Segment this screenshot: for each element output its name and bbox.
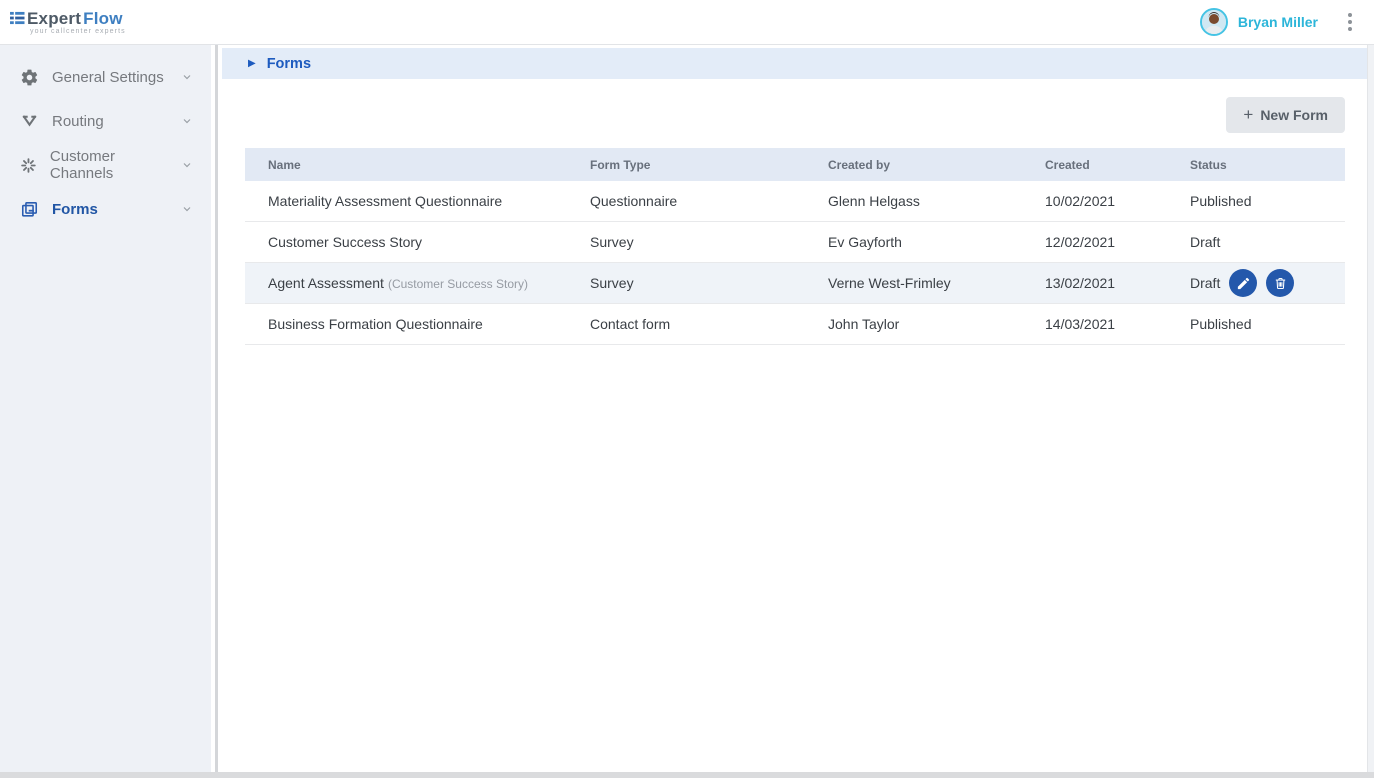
cell-created-by: Ev Gayforth: [828, 234, 1045, 250]
toolbar: + New Form: [222, 79, 1374, 133]
forms-table: Name Form Type Created by Created Status…: [245, 148, 1345, 345]
cell-name: Business Formation Questionnaire: [245, 316, 590, 332]
channels-burst-icon: [20, 156, 37, 175]
sidebar-item-label: Customer Channels: [50, 148, 168, 182]
cell-form-type: Survey: [590, 234, 828, 250]
main-content: ▶ Forms + New Form Name Form Type Create…: [222, 45, 1374, 778]
top-header: ExpertFlow your callcenter experts Bryan…: [0, 0, 1374, 45]
cell-name-note: (Customer Success Story): [388, 277, 528, 291]
new-form-button-label: New Form: [1260, 107, 1328, 123]
cell-name: Customer Success Story: [245, 234, 590, 250]
form-windows-icon: [20, 200, 39, 219]
cell-status: Draft: [1190, 269, 1345, 297]
table-header-row: Name Form Type Created by Created Status: [245, 148, 1345, 181]
cell-status: Published: [1190, 316, 1345, 332]
column-header-name[interactable]: Name: [245, 158, 590, 172]
cell-name: Agent Assessment (Customer Success Story): [245, 275, 590, 291]
edit-button[interactable]: [1229, 269, 1257, 297]
column-header-form-type[interactable]: Form Type: [590, 158, 828, 172]
sidebar-item-customer-channels[interactable]: Customer Channels: [0, 143, 211, 187]
cell-created-by: Verne West-Frimley: [828, 275, 1045, 291]
triangle-right-icon: ▶: [248, 59, 256, 69]
horizontal-scrollbar[interactable]: [0, 772, 1374, 778]
sidebar-item-forms[interactable]: Forms: [0, 187, 211, 231]
list-grid-logo-icon: [10, 11, 25, 25]
table-row[interactable]: Business Formation Questionnaire Contact…: [245, 304, 1345, 345]
expertflow-logo[interactable]: ExpertFlow your callcenter experts: [10, 10, 126, 35]
vertical-scrollbar[interactable]: [1367, 45, 1374, 772]
cell-created: 10/02/2021: [1045, 193, 1190, 209]
status-text: Draft: [1190, 275, 1220, 291]
cell-name-text: Agent Assessment: [268, 275, 384, 291]
cell-created-by: Glenn Helgass: [828, 193, 1045, 209]
user-name[interactable]: Bryan Miller: [1238, 14, 1318, 30]
cell-created: 13/02/2021: [1045, 275, 1190, 291]
chevron-down-icon: [181, 159, 193, 171]
sidebar-item-label: Forms: [52, 201, 98, 218]
cell-form-type: Contact form: [590, 316, 828, 332]
chevron-down-icon: [181, 71, 193, 83]
chevron-down-icon: [181, 203, 193, 215]
breadcrumb-label: Forms: [267, 56, 311, 72]
sidebar-item-routing[interactable]: Routing: [0, 99, 211, 143]
column-header-status[interactable]: Status: [1190, 158, 1345, 172]
cell-form-type: Questionnaire: [590, 193, 828, 209]
pencil-icon: [1236, 276, 1251, 291]
cell-form-type: Survey: [590, 275, 828, 291]
column-header-created[interactable]: Created: [1045, 158, 1190, 172]
brand-name-secondary: Flow: [83, 10, 123, 27]
cell-created: 12/02/2021: [1045, 234, 1190, 250]
cell-name: Materiality Assessment Questionnaire: [245, 193, 590, 209]
sidebar-divider: [215, 45, 218, 778]
sidebar-item-label: Routing: [52, 113, 104, 130]
route-split-icon: [20, 112, 39, 131]
table-row[interactable]: Materiality Assessment Questionnaire Que…: [245, 181, 1345, 222]
cell-status: Published: [1190, 193, 1345, 209]
trash-icon: [1273, 276, 1288, 291]
new-form-button[interactable]: + New Form: [1226, 97, 1345, 133]
cell-created-by: John Taylor: [828, 316, 1045, 332]
breadcrumb[interactable]: ▶ Forms: [222, 48, 1374, 79]
brand-name-primary: Expert: [27, 10, 81, 27]
sidebar-item-label: General Settings: [52, 69, 164, 86]
gear-icon: [20, 68, 39, 87]
vertical-dots-icon[interactable]: [1342, 9, 1358, 35]
column-header-created-by[interactable]: Created by: [828, 158, 1045, 172]
cell-status: Draft: [1190, 234, 1345, 250]
delete-button[interactable]: [1266, 269, 1294, 297]
brand-tagline: your callcenter experts: [10, 28, 126, 35]
sidebar-item-general-settings[interactable]: General Settings: [0, 55, 211, 99]
user-avatar[interactable]: [1200, 8, 1228, 36]
sidebar: General Settings Routing: [0, 45, 211, 778]
table-row[interactable]: Customer Success Story Survey Ev Gayfort…: [245, 222, 1345, 263]
table-row-selected[interactable]: Agent Assessment (Customer Success Story)…: [245, 263, 1345, 304]
cell-created: 14/03/2021: [1045, 316, 1190, 332]
chevron-down-icon: [181, 115, 193, 127]
plus-icon: +: [1243, 108, 1253, 122]
